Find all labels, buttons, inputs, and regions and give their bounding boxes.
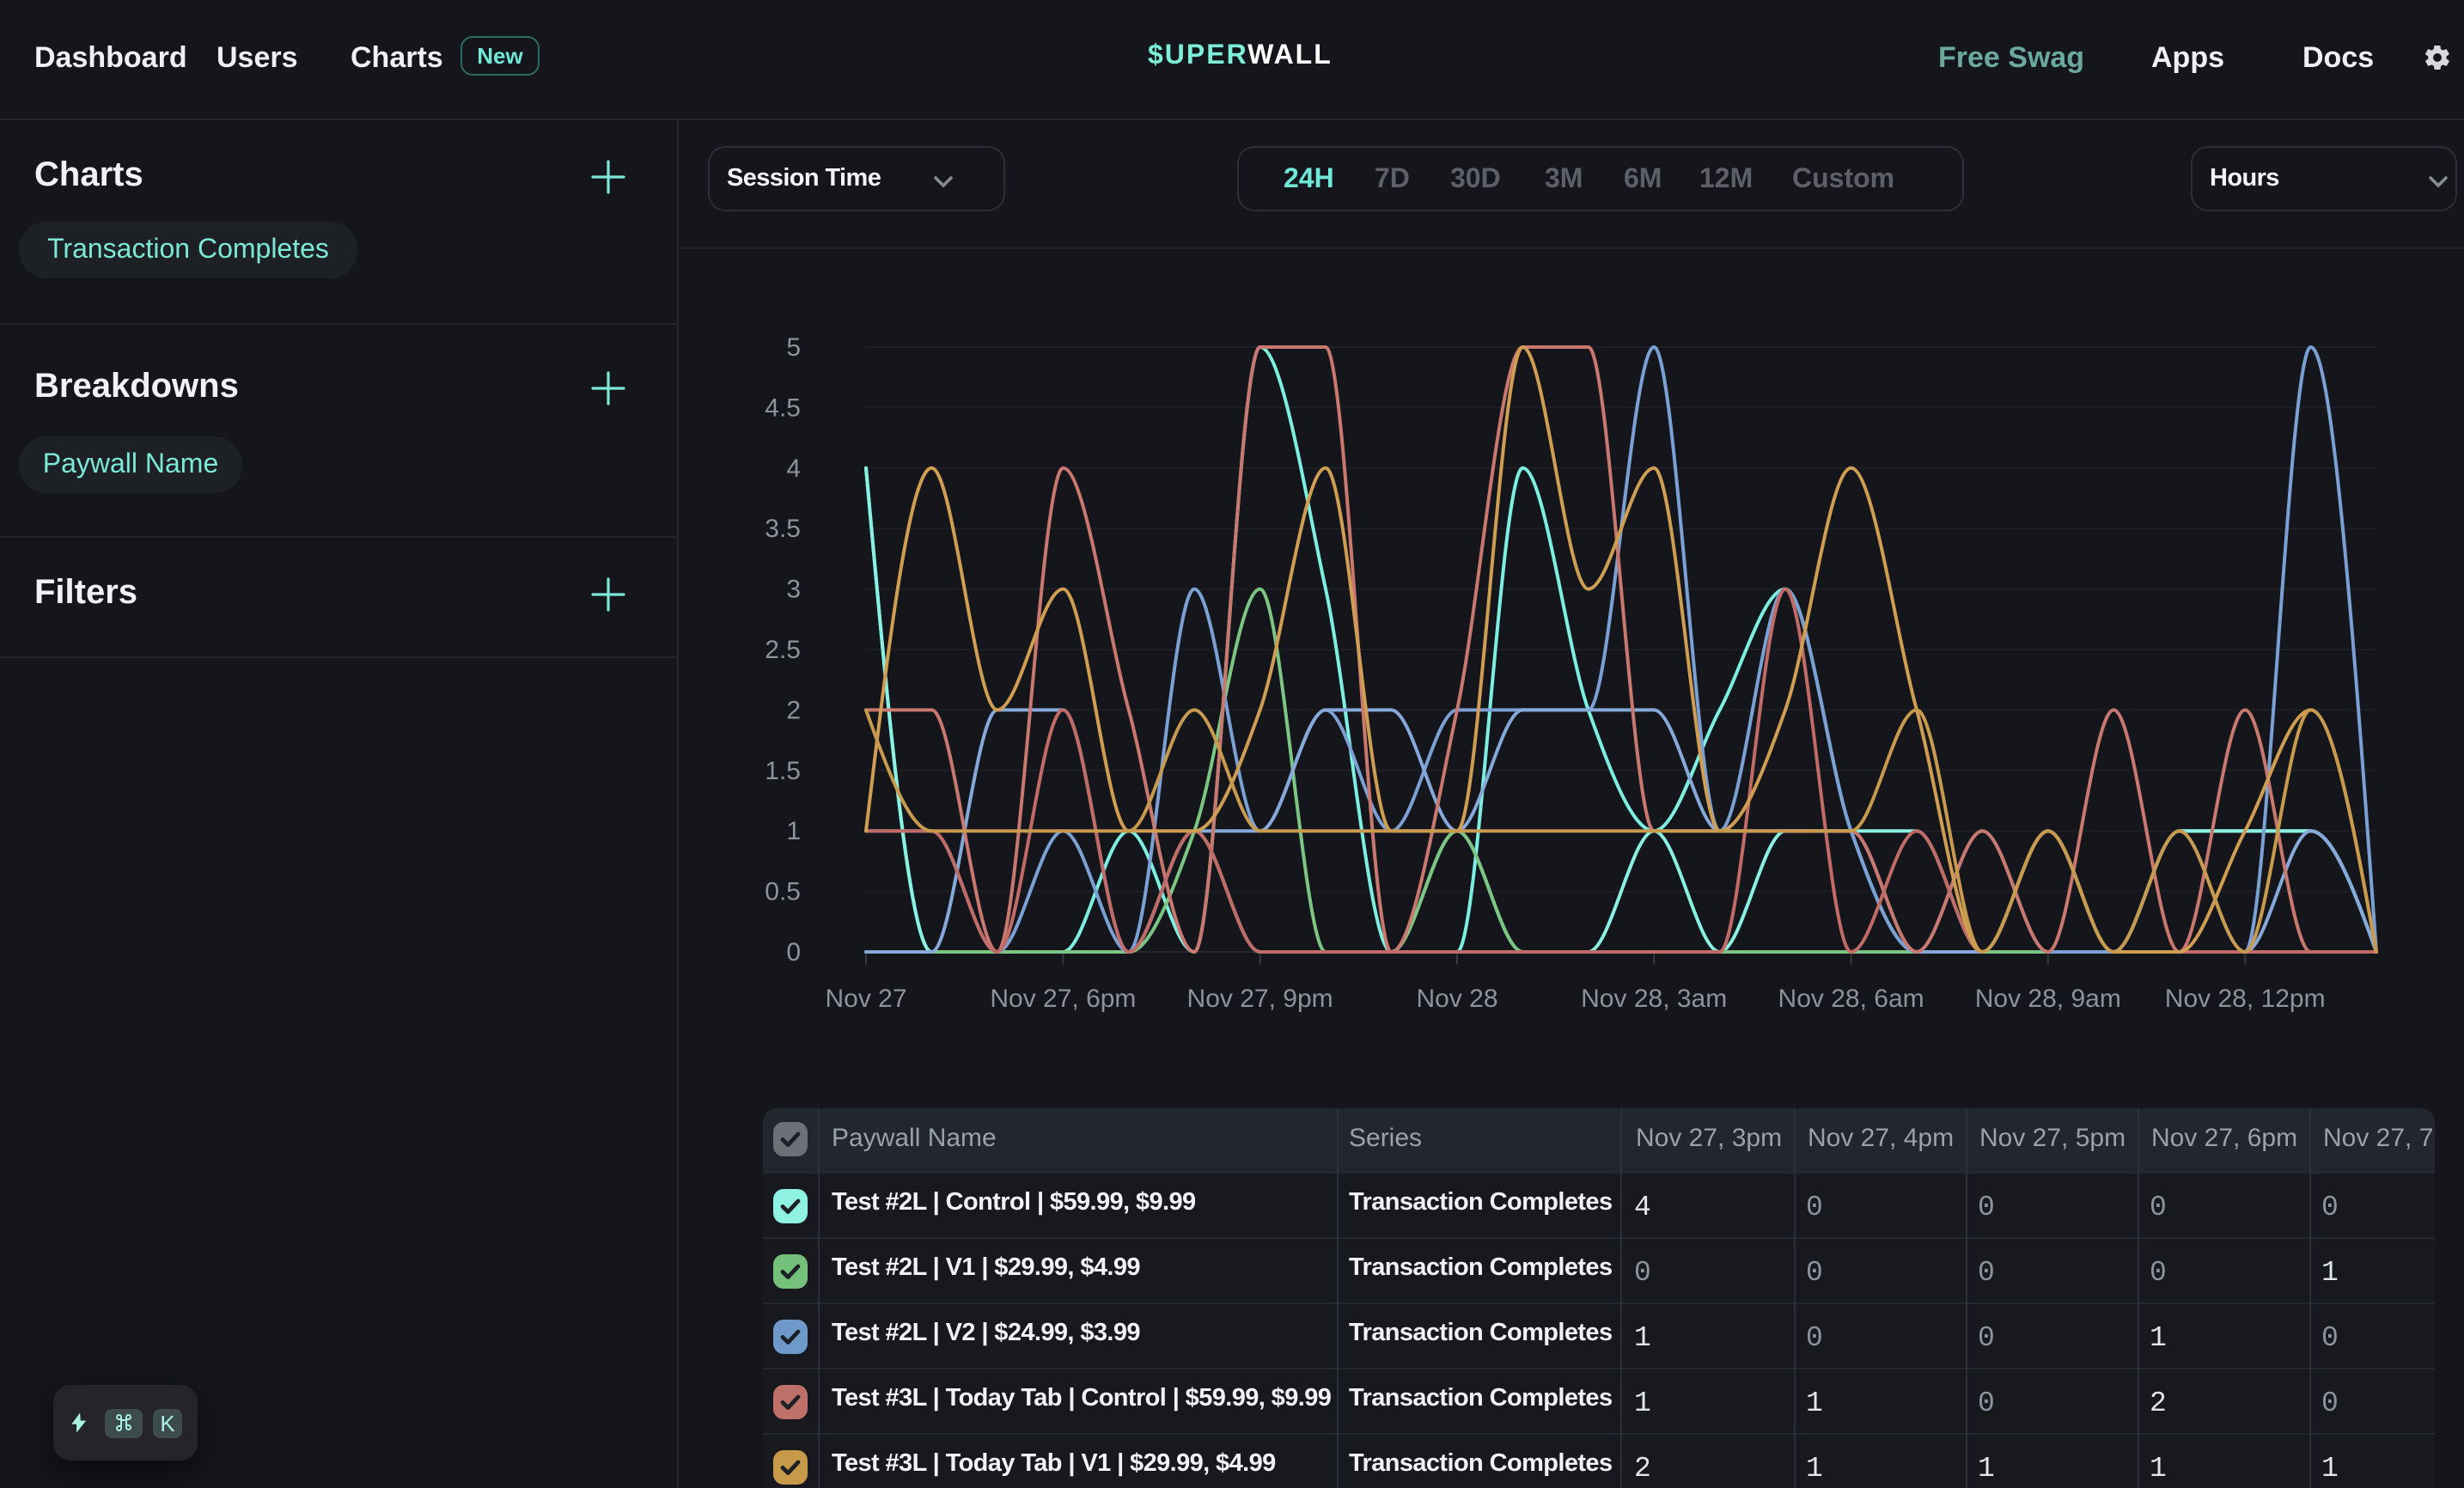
svg-text:0: 0 bbox=[786, 938, 801, 967]
svg-text:5: 5 bbox=[786, 333, 801, 362]
svg-text:1: 1 bbox=[786, 817, 801, 845]
svg-text:2.5: 2.5 bbox=[765, 636, 801, 664]
svg-text:Nov 28, 12pm: Nov 28, 12pm bbox=[2165, 985, 2326, 1013]
svg-text:1.5: 1.5 bbox=[765, 757, 801, 785]
svg-text:3: 3 bbox=[786, 576, 801, 604]
svg-text:2: 2 bbox=[786, 696, 801, 724]
svg-text:Nov 27, 6pm: Nov 27, 6pm bbox=[990, 985, 1136, 1013]
svg-text:Nov 28, 9am: Nov 28, 9am bbox=[1975, 985, 2121, 1013]
svg-text:4.5: 4.5 bbox=[765, 393, 801, 422]
svg-text:Nov 28, 3am: Nov 28, 3am bbox=[1581, 985, 1727, 1013]
svg-text:0.5: 0.5 bbox=[765, 878, 801, 906]
svg-text:Nov 28, 6am: Nov 28, 6am bbox=[1778, 985, 1924, 1013]
svg-text:3.5: 3.5 bbox=[765, 515, 801, 543]
svg-text:Nov 28: Nov 28 bbox=[1416, 985, 1497, 1013]
svg-text:4: 4 bbox=[786, 454, 801, 483]
svg-text:Nov 27, 9pm: Nov 27, 9pm bbox=[1187, 985, 1333, 1013]
svg-text:Nov 27: Nov 27 bbox=[825, 985, 906, 1013]
